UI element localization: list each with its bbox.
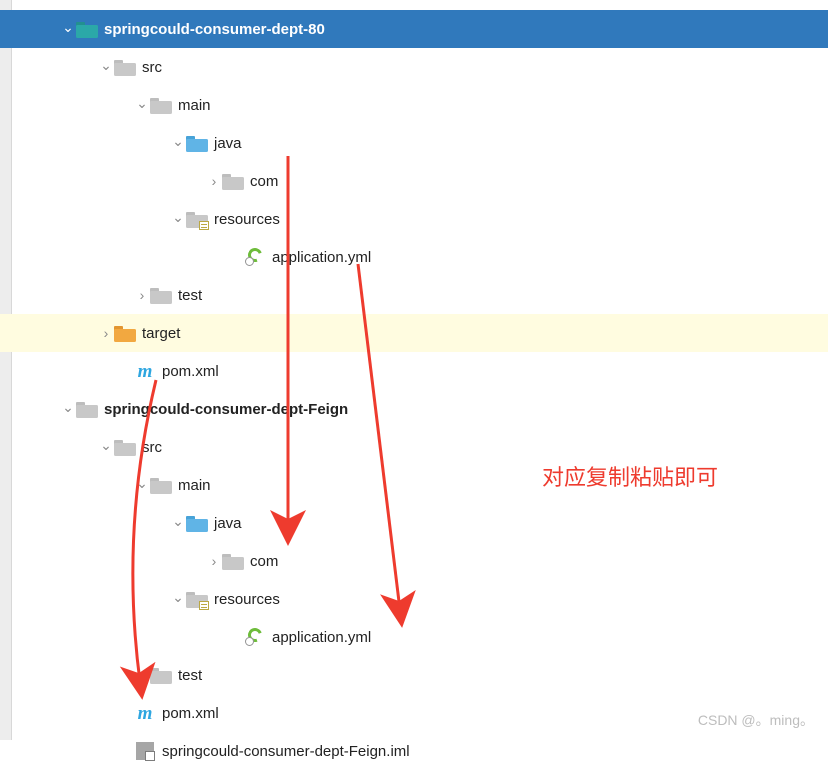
- folder-icon: [150, 95, 172, 115]
- chevron-down-icon[interactable]: [98, 59, 114, 76]
- tree-item-label: test: [178, 287, 210, 304]
- folder-icon: [114, 437, 136, 457]
- folder-icon: [186, 589, 208, 609]
- maven-icon: m: [134, 361, 156, 381]
- chevron-right-icon[interactable]: [134, 667, 150, 683]
- tree-item-label: pom.xml: [162, 363, 227, 380]
- tree-row[interactable]: resources: [0, 200, 828, 238]
- tree-item-label: springcould-consumer-dept-Feign.iml: [162, 743, 418, 760]
- folder-icon: [114, 323, 136, 343]
- folder-icon: [150, 665, 172, 685]
- tree-item-label: main: [178, 97, 219, 114]
- tree-item-label: pom.xml: [162, 705, 227, 722]
- tree-item-label: main: [178, 477, 219, 494]
- tree-row[interactable]: springcould-consumer-dept-Feign.iml: [0, 732, 828, 770]
- chevron-down-icon[interactable]: [134, 477, 150, 494]
- tree-item-label: java: [214, 135, 250, 152]
- chevron-down-icon[interactable]: [134, 97, 150, 114]
- tree-row[interactable]: java: [0, 504, 828, 542]
- folder-icon: [114, 57, 136, 77]
- tree-row[interactable]: com: [0, 162, 828, 200]
- tree-item-label: springcould-consumer-dept-Feign: [104, 401, 356, 418]
- chevron-down-icon[interactable]: [60, 21, 76, 38]
- tree-row[interactable]: com: [0, 542, 828, 580]
- iml-icon: [134, 741, 156, 761]
- folder-icon: [76, 0, 98, 1]
- yml-icon: [244, 627, 266, 647]
- project-tree[interactable]: springcould-api springcould-consumer-dep…: [0, 0, 828, 770]
- tree-row[interactable]: test: [0, 276, 828, 314]
- folder-icon: [186, 209, 208, 229]
- folder-icon: [150, 285, 172, 305]
- annotation-text: 对应复制粘贴即可: [542, 460, 718, 492]
- tree-row[interactable]: springcould-consumer-dept-80: [0, 10, 828, 48]
- tree-row[interactable]: application.yml: [0, 238, 828, 276]
- tree-item-label: java: [214, 515, 250, 532]
- chevron-right-icon[interactable]: [206, 553, 222, 569]
- tree-row[interactable]: src: [0, 48, 828, 86]
- tree-row[interactable]: target: [0, 314, 828, 352]
- chevron-down-icon[interactable]: [98, 439, 114, 456]
- chevron-down-icon[interactable]: [170, 211, 186, 228]
- tree-row[interactable]: java: [0, 124, 828, 162]
- watermark: CSDN @。ming。: [698, 710, 814, 730]
- tree-item-label: test: [178, 667, 210, 684]
- folder-icon: [222, 171, 244, 191]
- tree-item-label: resources: [214, 211, 288, 228]
- tree-row[interactable]: springcould-api: [0, 0, 828, 10]
- tree-row[interactable]: application.yml: [0, 618, 828, 656]
- tree-item-label: resources: [214, 591, 288, 608]
- folder-icon: [76, 399, 98, 419]
- tree-item-label: com: [250, 553, 286, 570]
- tree-item-label: src: [142, 59, 170, 76]
- tree-row[interactable]: test: [0, 656, 828, 694]
- tree-row[interactable]: main: [0, 86, 828, 124]
- chevron-down-icon[interactable]: [170, 135, 186, 152]
- maven-icon: m: [134, 703, 156, 723]
- chevron-down-icon[interactable]: [170, 515, 186, 532]
- chevron-down-icon[interactable]: [170, 591, 186, 608]
- tree-item-label: target: [142, 325, 188, 342]
- folder-icon: [186, 133, 208, 153]
- chevron-right-icon[interactable]: [98, 325, 114, 341]
- tree-item-label: application.yml: [272, 629, 379, 646]
- tree-row[interactable]: springcould-consumer-dept-Feign: [0, 390, 828, 428]
- tree-item-label: springcould-consumer-dept-80: [104, 21, 333, 38]
- tree-item-label: src: [142, 439, 170, 456]
- folder-icon: [150, 475, 172, 495]
- chevron-down-icon[interactable]: [60, 401, 76, 418]
- chevron-right-icon[interactable]: [134, 287, 150, 303]
- tree-row[interactable]: resources: [0, 580, 828, 618]
- tree-item-label: application.yml: [272, 249, 379, 266]
- yml-icon: [244, 247, 266, 267]
- folder-icon: [222, 551, 244, 571]
- folder-icon: [186, 513, 208, 533]
- tree-item-label: com: [250, 173, 286, 190]
- tree-row[interactable]: m pom.xml: [0, 352, 828, 390]
- folder-icon: [76, 19, 98, 39]
- chevron-right-icon[interactable]: [206, 173, 222, 189]
